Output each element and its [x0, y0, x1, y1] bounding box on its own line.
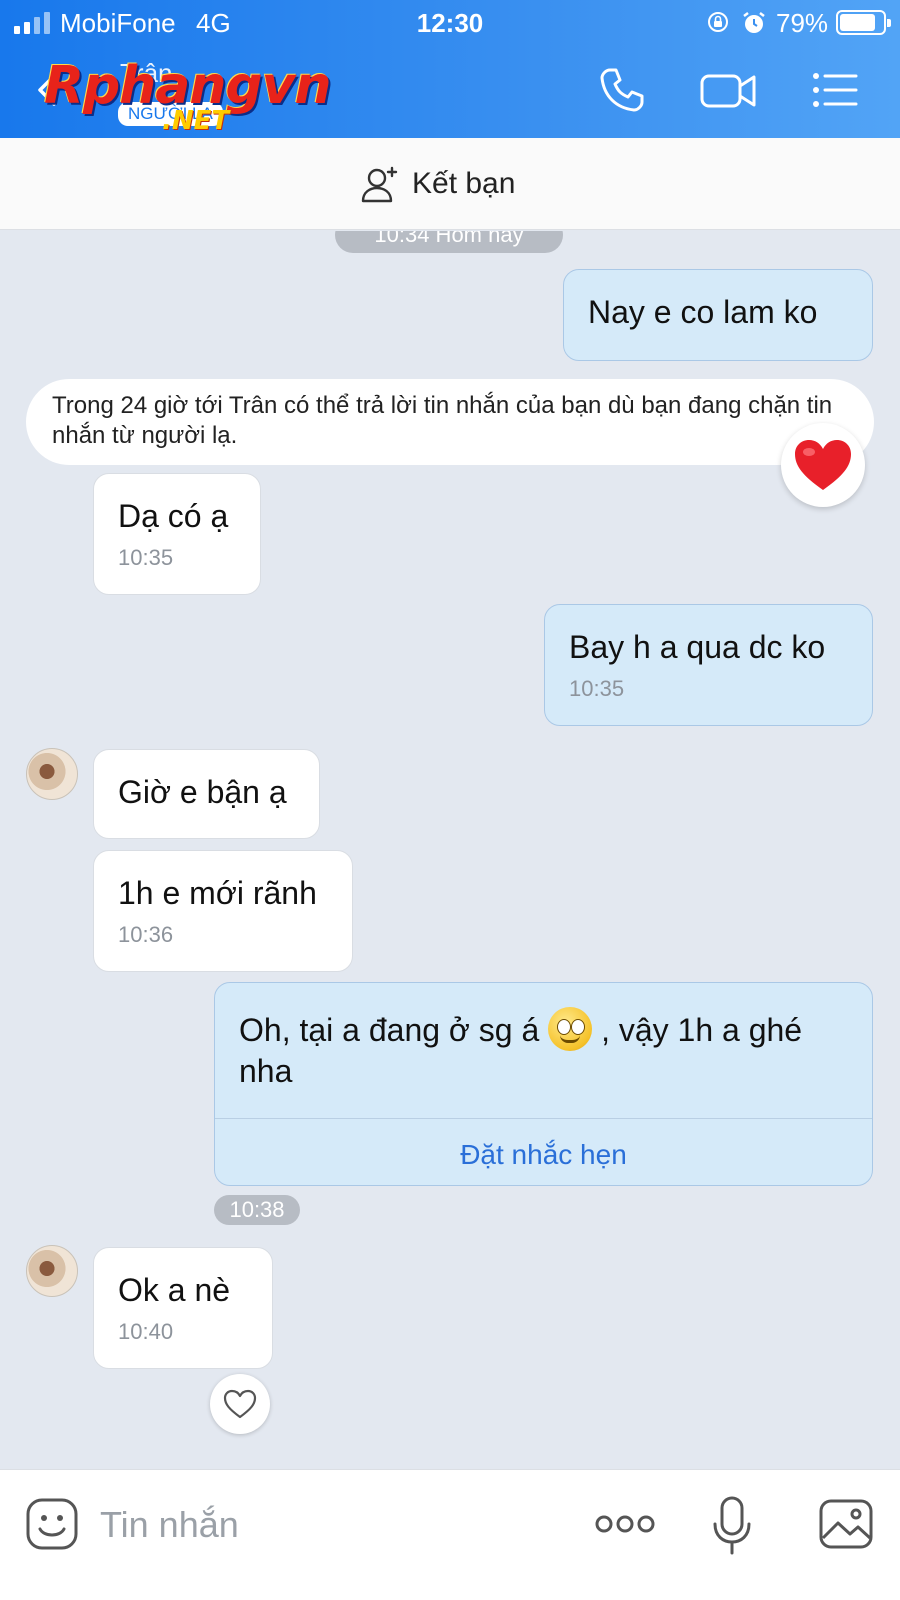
add-friend-bar: Kết bạn — [0, 138, 900, 230]
message-time: 10:35 — [118, 545, 174, 570]
status-bar: MobiFone 4G 12:30 79% — [0, 0, 900, 46]
alarm-icon — [743, 12, 765, 33]
contact-avatar[interactable] — [26, 1245, 78, 1297]
contact-avatar[interactable] — [26, 748, 78, 800]
divider — [215, 1118, 872, 1119]
watermark-logo-suffix: .NET — [162, 106, 230, 136]
time-divider: 10:34 Hôm nay — [335, 231, 563, 253]
react-button[interactable] — [210, 1374, 270, 1434]
add-friend-label: Kết bạn — [412, 167, 516, 200]
message-text: Ok a nè — [118, 1272, 231, 1308]
video-call-icon[interactable] — [698, 64, 758, 116]
message-text: Dạ có ạ — [118, 498, 229, 534]
message-text: Bay h a qua dc ko — [569, 629, 826, 665]
stranger-notice: Trong 24 giờ tới Trân có thể trả lời tin… — [26, 379, 874, 465]
message-time: 10:35 — [569, 676, 625, 701]
more-icon[interactable] — [594, 1496, 656, 1552]
image-icon[interactable] — [818, 1496, 874, 1552]
rotation-lock-icon — [708, 12, 728, 32]
emoji-icon[interactable] — [24, 1496, 80, 1552]
message-input[interactable] — [100, 1496, 560, 1554]
add-friend-button[interactable]: Kết bạn — [360, 162, 515, 206]
message-text: Oh, tại a đang ở sg á , vậy 1h a ghé nha — [239, 1007, 848, 1091]
message-bubble-outgoing[interactable]: Nay e co lam ko — [563, 269, 873, 361]
heart-reaction[interactable] — [781, 423, 865, 507]
message-text-part: Oh, tại a đang ở sg á — [239, 1012, 540, 1048]
message-text: Giờ e bận ạ — [118, 774, 287, 810]
message-bubble-outgoing[interactable]: Oh, tại a đang ở sg á , vậy 1h a ghé nha… — [214, 982, 873, 1186]
microphone-icon[interactable] — [712, 1496, 752, 1556]
message-input-bar — [0, 1469, 900, 1600]
chat-header: MobiFone 4G 12:30 79% Trân NGƯỜI LẠ Rpha… — [0, 0, 900, 138]
message-bubble-incoming[interactable]: Dạ có ạ 10:35 — [93, 473, 261, 595]
message-bubble-outgoing[interactable]: Bay h a qua dc ko 10:35 — [544, 604, 873, 726]
heart-icon — [795, 440, 851, 490]
heart-outline-icon — [223, 1389, 257, 1419]
message-bubble-incoming[interactable]: Giờ e bận ạ — [93, 749, 320, 839]
message-bubble-incoming[interactable]: Ok a nè 10:40 — [93, 1247, 273, 1369]
menu-list-icon[interactable] — [810, 64, 860, 116]
battery-percent: 79% — [776, 8, 829, 38]
message-time: 10:40 — [118, 1319, 174, 1344]
battery-icon — [836, 10, 891, 35]
message-text: 1h e mới rãnh — [118, 875, 317, 911]
message-bubble-incoming[interactable]: 1h e mới rãnh 10:36 — [93, 850, 353, 972]
time-divider: 10:38 — [214, 1195, 300, 1225]
message-text: Nay e co lam ko — [588, 294, 818, 330]
phone-icon[interactable] — [596, 64, 648, 116]
add-user-icon — [361, 166, 398, 203]
set-reminder-button[interactable]: Đặt nhắc hẹn — [215, 1135, 872, 1175]
message-time: 10:36 — [118, 922, 174, 947]
smiley-emoji-icon — [548, 1007, 593, 1051]
chat-area[interactable]: 10:34 Hôm nay Nay e co lam ko Trong 24 g… — [0, 231, 900, 1469]
